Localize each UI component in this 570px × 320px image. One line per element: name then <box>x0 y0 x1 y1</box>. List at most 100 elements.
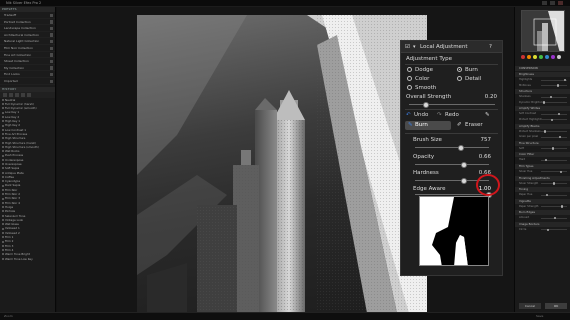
adjustment-slider-knob[interactable] <box>558 135 561 139</box>
adjustment-slider-knob[interactable] <box>557 112 560 116</box>
color-swatch[interactable] <box>539 55 543 59</box>
adjustment-row[interactable]: Hard <box>515 157 570 163</box>
burn-radio[interactable] <box>457 67 462 72</box>
zoom-status[interactable]: Zoom <box>4 314 13 318</box>
help-icon[interactable]: ? <box>489 44 492 50</box>
adjustment-slider-track[interactable] <box>541 229 567 231</box>
smooth-radio[interactable] <box>407 85 412 90</box>
adjustment-slider-track[interactable] <box>541 148 567 150</box>
adjustment-row[interactable]: Amount <box>515 215 570 221</box>
adjustment-slider-knob[interactable] <box>563 78 566 81</box>
collapse-icon[interactable]: ▾ <box>413 44 416 50</box>
category-item[interactable]: Find Looks <box>0 71 55 78</box>
category-item[interactable]: Street Collection <box>0 58 55 65</box>
adjustment-row[interactable]: Soft <box>515 146 570 152</box>
adjustment-slider-track[interactable] <box>541 119 567 121</box>
color-swatch[interactable] <box>551 55 555 59</box>
edge-aware-slider[interactable] <box>415 191 492 198</box>
category-item[interactable]: Natural Light Collection <box>0 38 55 45</box>
category-item[interactable]: Film Noir Collection <box>0 45 55 52</box>
adjustment-row[interactable]: Paper Strength <box>515 204 570 210</box>
opacity-slider[interactable] <box>415 161 489 168</box>
navigator-thumbnail[interactable] <box>521 10 565 52</box>
hardness-knob[interactable] <box>460 177 467 184</box>
category-item[interactable]: Landscape Collection <box>0 25 55 32</box>
category-item[interactable]: Imported <box>0 78 55 85</box>
color-swatch[interactable] <box>557 55 561 59</box>
adjustment-slider-track[interactable] <box>541 96 567 98</box>
opacity-knob[interactable] <box>460 161 467 168</box>
section-header-conversion[interactable]: CONVERSION <box>515 66 570 71</box>
brush-size-knob[interactable] <box>457 144 464 151</box>
adjustment-slider-track[interactable] <box>541 85 567 87</box>
adjustment-slider-knob[interactable] <box>550 118 553 121</box>
dodge-radio[interactable] <box>407 67 412 72</box>
maximize-button[interactable] <box>550 1 555 5</box>
adjustment-slider-knob[interactable] <box>560 205 563 208</box>
category-label: Street Collection <box>4 59 29 64</box>
undo-icon[interactable]: ↶ <box>406 112 411 118</box>
brush-size-label: Brush Size <box>413 137 442 143</box>
ok-button[interactable]: OK <box>545 303 567 309</box>
brush-size-slider[interactable] <box>415 144 489 151</box>
eraser-icon[interactable]: ✐ <box>457 122 462 128</box>
divider <box>405 133 498 134</box>
undo-button[interactable]: Undo <box>414 112 428 118</box>
color-swatch[interactable] <box>521 55 525 59</box>
category-item[interactable]: Fine Art Collection <box>0 52 55 59</box>
thumb-view-icon[interactable] <box>9 92 13 97</box>
detail-radio[interactable] <box>457 76 462 81</box>
adjustment-slider-knob[interactable] <box>546 228 549 231</box>
close-button[interactable] <box>558 1 563 5</box>
adjustment-row[interactable]: Paper Hue <box>515 192 570 198</box>
category-item[interactable]: Architectural Collection <box>0 32 55 39</box>
adjustment-slider-knob[interactable] <box>549 95 552 99</box>
redo-button[interactable]: Redo <box>445 112 459 118</box>
export-icon[interactable] <box>27 92 31 97</box>
adjustment-row[interactable]: Midtones <box>515 83 570 89</box>
adjustment-row[interactable]: Grain per pixel <box>515 134 570 140</box>
color-swatch[interactable] <box>527 55 531 59</box>
overall-strength-slider[interactable] <box>409 101 495 108</box>
color-swatch[interactable] <box>533 55 537 59</box>
preset-item[interactable]: Warm Tone Low Key <box>0 257 55 261</box>
adjustment-row[interactable]: Dynamic Brightness <box>515 100 570 106</box>
adjustment-row[interactable]: Silver Strength <box>515 181 570 187</box>
adjustment-slider-knob[interactable] <box>544 158 547 162</box>
category-label: My Collection <box>4 65 25 70</box>
adjustment-row[interactable]: Silver Hue <box>515 169 570 175</box>
adjustment-slider-knob[interactable] <box>545 193 548 197</box>
overall-strength-knob[interactable] <box>423 101 430 108</box>
category-item[interactable]: Tradeoff <box>0 12 55 19</box>
category-item[interactable]: My Collection <box>0 65 55 72</box>
adjustment-slider-knob[interactable] <box>542 101 545 104</box>
color-radio[interactable] <box>407 76 412 81</box>
redo-icon[interactable]: ↷ <box>437 112 442 118</box>
preview-photo[interactable] <box>137 15 427 312</box>
adjustment-row[interactable]: Protect Highlights <box>515 117 570 123</box>
adjustment-row[interactable]: Circle <box>515 227 570 233</box>
adjustment-slider-track[interactable] <box>541 194 567 196</box>
list-view-icon[interactable] <box>3 92 7 97</box>
enable-checkbox[interactable]: ☑ <box>405 44 410 50</box>
cancel-button[interactable]: Cancel <box>519 303 541 309</box>
save-status[interactable]: Save <box>536 314 543 318</box>
color-swatch[interactable] <box>545 55 549 59</box>
category-item[interactable]: Portrait Collection <box>0 19 55 26</box>
adjustment-slider-knob[interactable] <box>556 84 559 87</box>
adjustment-slider-knob[interactable] <box>551 147 554 150</box>
minimize-button[interactable] <box>542 1 547 5</box>
adjustment-slider-knob[interactable] <box>553 216 556 220</box>
brush-tool-icon[interactable]: ✎ <box>485 112 490 118</box>
add-preset-icon[interactable] <box>15 92 19 97</box>
adjustment-slider-knob[interactable] <box>552 182 555 185</box>
adjustment-slider-track[interactable] <box>541 206 567 208</box>
adjustment-slider-knob[interactable] <box>543 130 546 133</box>
adjustment-slider-track[interactable] <box>541 171 567 173</box>
adjustment-label: Silver Strength <box>519 181 539 185</box>
import-icon[interactable] <box>21 92 25 97</box>
eraser-button[interactable]: Eraser <box>465 122 483 128</box>
adjustment-slider-knob[interactable] <box>559 170 562 173</box>
adjustment-slider-track[interactable] <box>541 113 567 115</box>
adjustment-slider-track[interactable] <box>541 136 567 138</box>
